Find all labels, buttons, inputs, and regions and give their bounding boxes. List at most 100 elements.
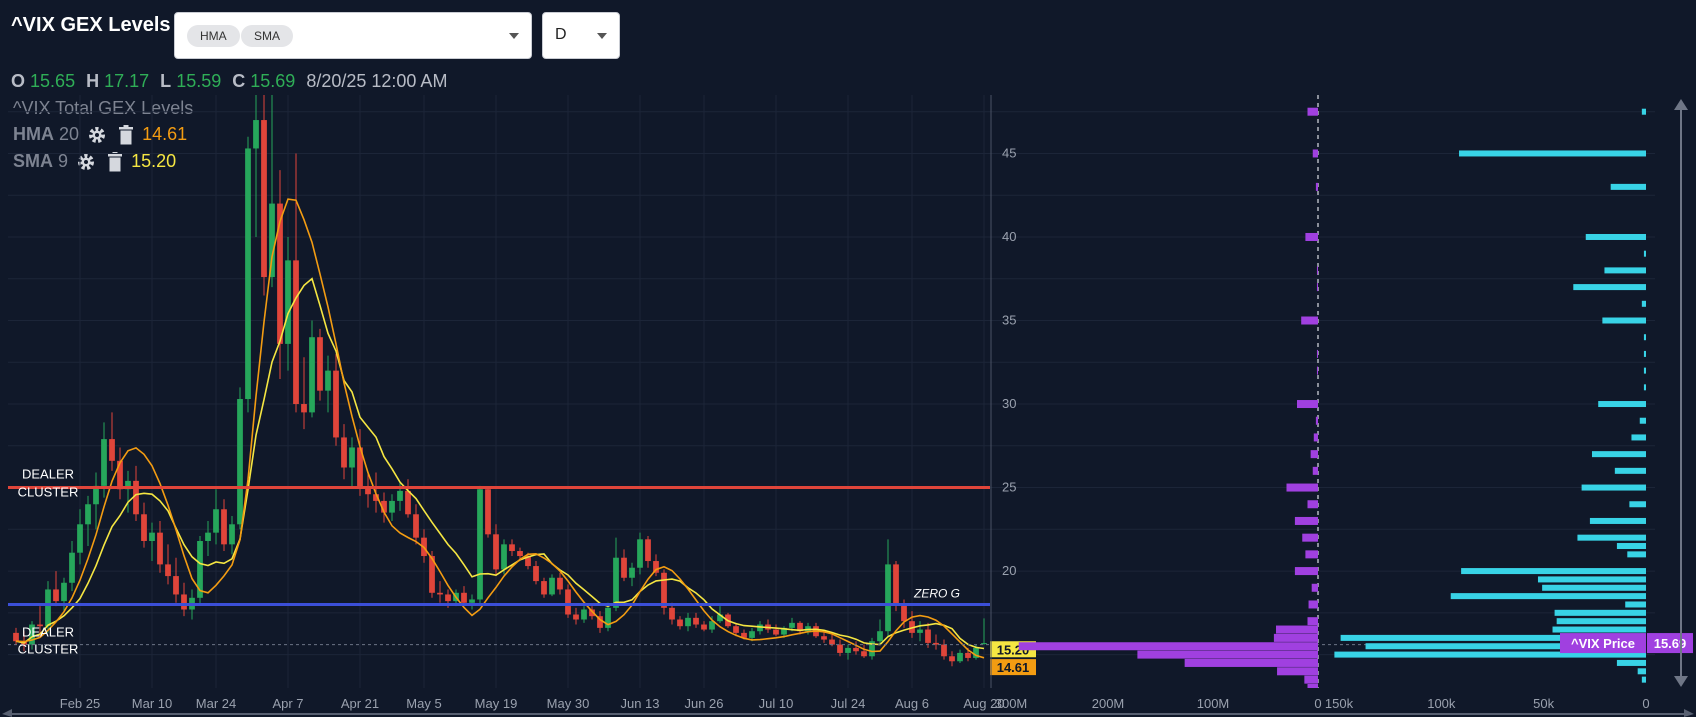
candle-body (325, 370, 331, 391)
candle-body (549, 577, 555, 595)
gex-strike-bar (1641, 108, 1646, 115)
candle-body (821, 636, 827, 640)
candle-body (757, 624, 763, 632)
candle-body (509, 544, 515, 552)
range-up-arrow (1674, 99, 1688, 110)
gex-total-bar (1313, 433, 1318, 442)
x-tick-label: Aug 6 (895, 696, 929, 711)
candle-body (405, 490, 411, 515)
candle-body (221, 509, 227, 545)
gex-total-bar (1312, 466, 1318, 475)
level-label-dealer-cluster: CLUSTER (18, 642, 79, 657)
candle-body (181, 594, 187, 610)
gex-total-bar (1184, 658, 1318, 667)
x-tick-label: May 5 (406, 696, 441, 711)
candle-body (965, 652, 971, 658)
candle-body (333, 370, 339, 438)
gex-strike-bar (1643, 350, 1646, 357)
y-tick-label: 25 (1002, 480, 1016, 495)
candle-body (109, 439, 115, 461)
gex-strike-bar (1610, 183, 1646, 190)
level-label-dealer-cluster: DEALER (22, 467, 74, 482)
gex-total-bar (1297, 400, 1318, 409)
gex-total-bar (1316, 349, 1318, 358)
candle-body (581, 609, 587, 620)
gex-strike-bar (1537, 576, 1646, 583)
x-tick-label: May 19 (475, 696, 518, 711)
candle-body (469, 599, 475, 603)
candle-body (533, 566, 539, 582)
candle-body (477, 489, 483, 600)
candle-body (541, 581, 547, 595)
candle-body (413, 514, 419, 538)
y-tick-label: 35 (1002, 313, 1016, 328)
hma-line (15, 198, 985, 659)
candle-body (621, 557, 627, 578)
gex-total-bar (1305, 232, 1318, 241)
x-tick-label: Apr 7 (272, 696, 303, 711)
candle-body (245, 148, 251, 400)
candle-body (253, 120, 259, 149)
x-tick-label: Jun 26 (684, 696, 723, 711)
candle-body (645, 539, 651, 562)
gex-total-bar (1312, 149, 1318, 158)
gex-total-bar (1307, 617, 1318, 626)
candle-body (493, 534, 499, 570)
gex-total-bar (1294, 516, 1318, 525)
gex-chart[interactable]: Feb 25 Mar 10 Mar 24 Apr 7 Apr 21 May 5 May 19… (0, 0, 1696, 717)
x-tick-label: Jul 10 (759, 696, 794, 711)
gex-total-bar (1294, 567, 1318, 576)
candle-body (389, 500, 395, 513)
candle-body (877, 631, 883, 642)
candle-body (901, 604, 907, 622)
candle-body (237, 399, 243, 525)
candle-body (685, 617, 691, 627)
gex-strike-bar (1643, 334, 1646, 341)
gex-strike-bar (1573, 284, 1646, 291)
gex-strike-bar (1616, 659, 1646, 666)
gex-total-bar (1310, 450, 1318, 459)
candle-body (613, 557, 619, 608)
candle-body (141, 514, 147, 542)
candle-body (293, 260, 299, 405)
gex-total-bar (1276, 625, 1318, 634)
gex-strike-bar (1542, 584, 1646, 591)
gex-strike-bar (1589, 517, 1646, 524)
grid-lines (8, 95, 1655, 688)
candle-body (853, 647, 859, 652)
candle-body (45, 589, 51, 627)
gex-strike-bar (1631, 434, 1646, 441)
x-tick-label: Feb 25 (60, 696, 100, 711)
candle-body (517, 551, 523, 557)
candle-body (829, 639, 835, 645)
range-down-arrow (1674, 676, 1688, 687)
x-tick-label: Mar 24 (196, 696, 236, 711)
candle-body (309, 337, 315, 413)
gex-total-x-tick: 100M (1197, 696, 1230, 711)
candle-body (301, 404, 307, 413)
level-label-zero-g: ZERO G (913, 586, 960, 600)
gex-strike-bar (1459, 150, 1646, 157)
x-tick-label: Mar 10 (132, 696, 172, 711)
gex-strike-bar (1627, 551, 1646, 558)
gex-strike-bar (1643, 367, 1646, 374)
candle-body (173, 576, 179, 595)
candle-body (117, 460, 123, 490)
candle-body (437, 592, 443, 595)
gex-total-bar (1018, 642, 1318, 651)
candle-body (205, 532, 211, 542)
candle-body (349, 447, 355, 468)
candles-group (13, 95, 987, 667)
gex-strike-bar (1461, 568, 1646, 575)
candle-body (317, 337, 323, 391)
gex-strike-x-tick: 50k (1533, 696, 1554, 711)
candle-body (845, 647, 851, 653)
candle-body (157, 532, 163, 565)
candle-body (13, 632, 19, 642)
candle-body (69, 552, 75, 583)
candle-body (629, 567, 635, 578)
gex-strike-bar (1616, 543, 1646, 550)
gex-total-bar (1305, 550, 1318, 559)
gex-total-bar (1273, 633, 1318, 642)
candle-body (693, 617, 699, 625)
